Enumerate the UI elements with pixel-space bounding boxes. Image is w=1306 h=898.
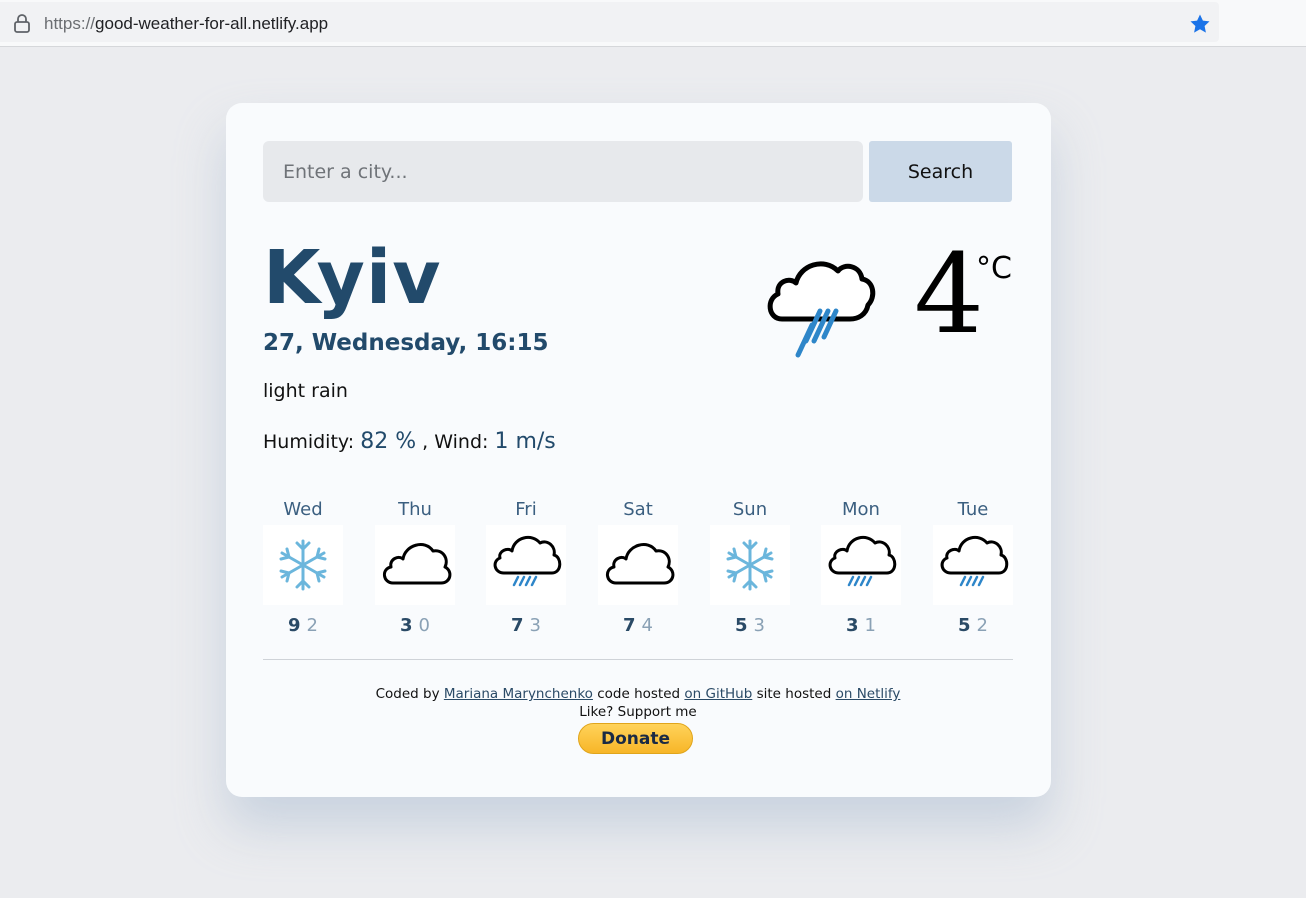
snowflake-icon: [710, 525, 790, 605]
forecast-day: Tue 52: [933, 499, 1013, 636]
snowflake-icon: [263, 525, 343, 605]
forecast-day-name: Mon: [842, 499, 880, 520]
current-date: 27, Wednesday, 16:15: [263, 330, 549, 356]
forecast-min: 1: [864, 615, 876, 636]
forecast-day-name: Tue: [957, 499, 989, 520]
forecast-day-name: Fri: [515, 499, 537, 520]
rain-cloud-icon: [821, 525, 901, 605]
temperature-unit[interactable]: °C: [976, 251, 1012, 286]
donate-button[interactable]: Donate: [578, 723, 693, 754]
rain-cloud-icon: [933, 525, 1013, 605]
forecast-day-name: Thu: [398, 499, 432, 520]
forecast-day: Sat 74: [598, 499, 678, 636]
site-hosted-text: site hosted: [756, 686, 832, 702]
browser-bar: https://good-weather-for-all.netlify.app: [0, 0, 1306, 47]
github-link[interactable]: on GitHub: [684, 686, 752, 702]
cloud-icon: [598, 525, 678, 605]
url-protocol: https://: [44, 14, 96, 33]
weather-description: light rain: [263, 380, 348, 402]
forecast-min: 4: [641, 615, 653, 636]
forecast-max: 7: [511, 615, 524, 636]
lock-icon[interactable]: [12, 13, 32, 33]
wind-value: 1 m/s: [494, 429, 556, 454]
forecast-min: 2: [306, 615, 318, 636]
forecast-max: 9: [288, 615, 301, 636]
forecast-max: 7: [623, 615, 636, 636]
forecast-day: Mon 31: [821, 499, 901, 636]
netlify-link[interactable]: on Netlify: [836, 686, 901, 702]
forecast-min: 3: [529, 615, 541, 636]
footer: Coded by Mariana Marynchenko code hosted…: [263, 685, 1013, 721]
weather-stats: Humidity: 82 % , Wind: 1 m/s: [263, 429, 556, 454]
forecast-day: Sun 53: [710, 499, 790, 636]
search-input[interactable]: [263, 141, 863, 202]
forecast: Wed 92 Thu 30 Fri 7 3 Sat 7 4 Sun 5 3 Mo…: [263, 499, 1013, 639]
weather-card: Search Kyiv 27, Wednesday, 16:15 light r…: [226, 103, 1051, 797]
forecast-day-name: Sat: [623, 499, 653, 520]
humidity-label: Humidity:: [263, 431, 355, 453]
forecast-max: 3: [400, 615, 413, 636]
divider: [263, 659, 1013, 660]
code-hosted-text: code hosted: [597, 686, 681, 702]
credits-line: Coded by Mariana Marynchenko code hosted…: [263, 685, 1013, 703]
address-bar[interactable]: https://good-weather-for-all.netlify.app: [0, 2, 1219, 42]
support-text: Like? Support me: [579, 704, 697, 720]
author-link[interactable]: Mariana Marynchenko: [444, 686, 593, 702]
search-button[interactable]: Search: [869, 141, 1012, 202]
city-name: Kyiv: [263, 235, 442, 321]
rain-cloud-icon: [486, 525, 566, 605]
cloud-icon: [375, 525, 455, 605]
forecast-day: Thu 30: [375, 499, 455, 636]
forecast-day-name: Wed: [283, 499, 323, 520]
forecast-min: 0: [418, 615, 430, 636]
forecast-day: Fri 73: [486, 499, 566, 636]
forecast-day-name: Sun: [732, 499, 768, 520]
forecast-max: 3: [846, 615, 859, 636]
current-temperature: 4: [914, 230, 984, 358]
humidity-value: 82 %: [360, 429, 417, 454]
wind-label: , Wind:: [422, 431, 489, 453]
forecast-day: Wed 92: [263, 499, 343, 636]
coded-by-text: Coded by: [375, 686, 440, 702]
rain-cloud-icon: [767, 261, 876, 358]
forecast-max: 5: [735, 615, 748, 636]
forecast-min: 3: [753, 615, 765, 636]
url-host: good-weather-for-all.netlify.app: [95, 14, 329, 33]
forecast-max: 5: [958, 615, 971, 636]
forecast-min: 2: [976, 615, 988, 636]
bookmark-star-icon[interactable]: [1188, 12, 1212, 36]
url-text[interactable]: https://good-weather-for-all.netlify.app: [44, 14, 328, 34]
